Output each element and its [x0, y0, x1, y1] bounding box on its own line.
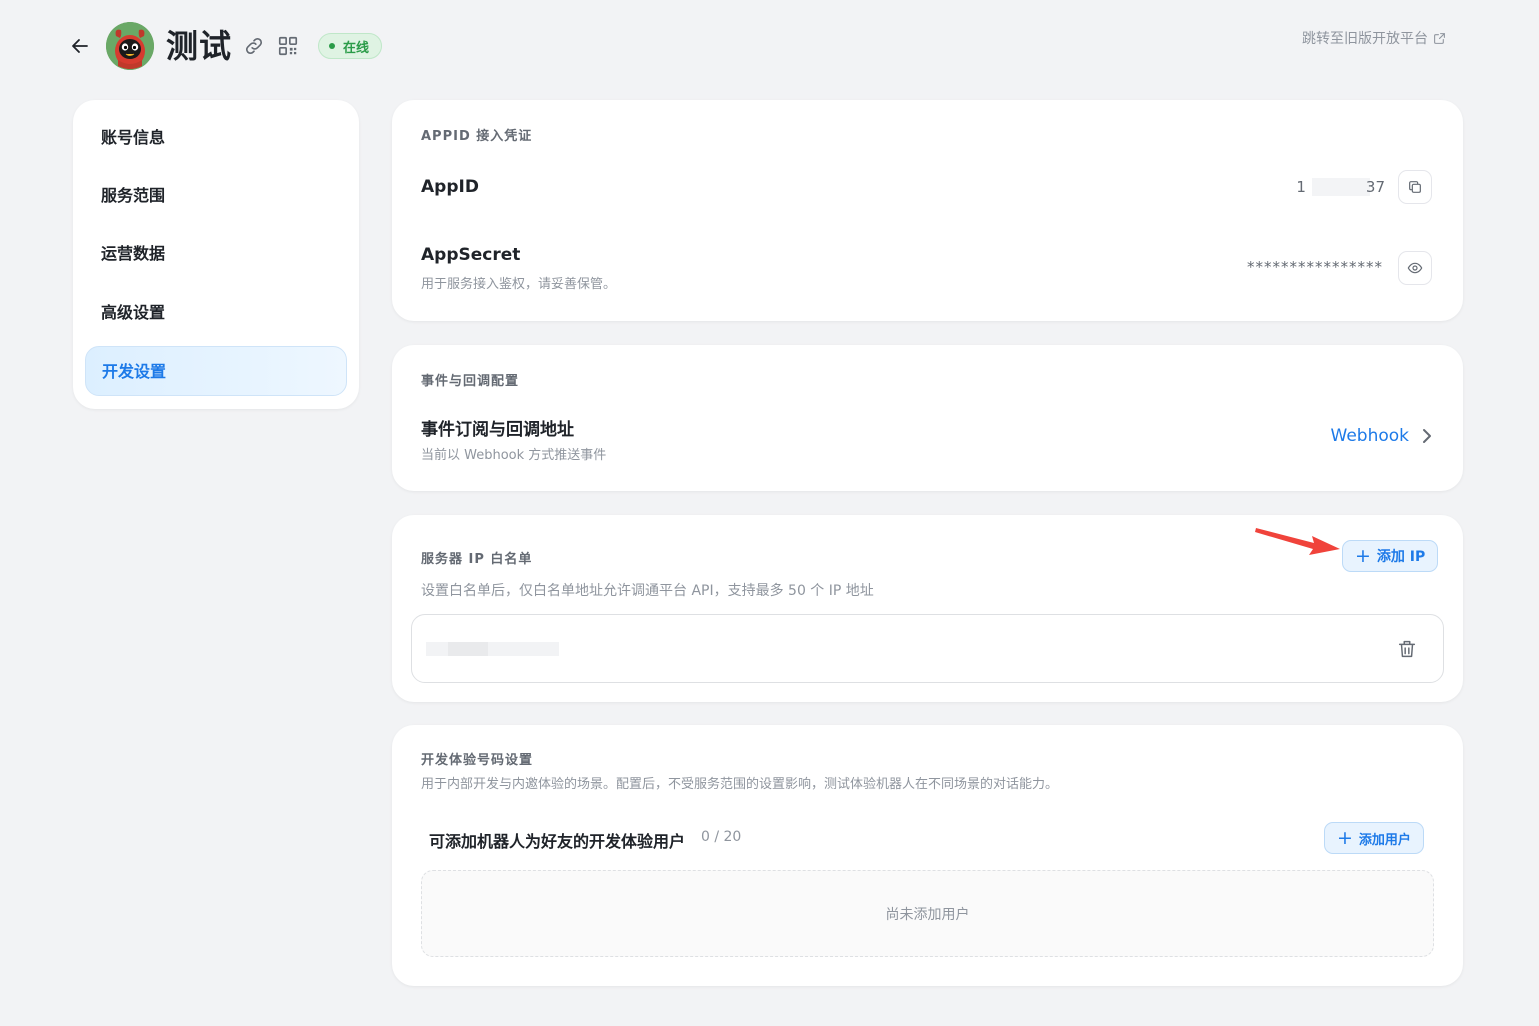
status-dot: [329, 43, 335, 49]
credentials-card: APPID 接入凭证 AppID 1 37 AppSecret 用于服务接入鉴权…: [392, 100, 1463, 321]
events-section-title: 事件与回调配置: [421, 374, 520, 389]
sidebar-item-advanced-settings[interactable]: 高级设置: [85, 288, 347, 338]
delete-ip-button[interactable]: [1396, 638, 1418, 660]
plus-icon: +: [1355, 544, 1371, 567]
plus-icon: +: [1337, 826, 1353, 849]
chevron-right-icon: [1423, 429, 1431, 443]
avatar: [106, 22, 154, 70]
status-badge: 在线: [318, 33, 383, 59]
appid-prefix: 1: [1296, 178, 1306, 196]
copy-link-button[interactable]: [243, 35, 265, 57]
empty-user-text: 尚未添加用户: [885, 906, 970, 923]
copy-appid-button[interactable]: [1398, 170, 1432, 204]
add-user-label: 添加用户: [1358, 832, 1411, 848]
event-subscription-title: 事件订阅与回调地址: [421, 420, 574, 440]
ip-whitelist-title: 服务器 IP 白名单: [421, 552, 533, 567]
appsecret-label: AppSecret: [421, 245, 521, 265]
dev-users-card: 开发体验号码设置 用于内部开发与内邀体验的场景。配置后，不受服务范围的设置影响，…: [392, 725, 1463, 986]
copy-icon: [1409, 181, 1421, 193]
sidebar: 账号信息 服务范围 运营数据 高级设置 开发设置: [73, 100, 359, 409]
annotation-arrow: [1255, 528, 1340, 555]
eye-icon: [1407, 262, 1423, 274]
ip-entry-mask-overlay: [448, 642, 488, 656]
appid-value: 1 37: [1296, 178, 1385, 196]
event-subscription-desc: 当前以 Webhook 方式推送事件: [421, 448, 607, 463]
dev-users-count: 0 / 20: [701, 829, 742, 845]
sidebar-item-service-scope[interactable]: 服务范围: [85, 171, 347, 221]
webhook-config-link[interactable]: Webhook: [1331, 426, 1433, 446]
page-title: 测试: [166, 27, 233, 65]
old-platform-link[interactable]: 跳转至旧版开放平台: [1302, 28, 1446, 48]
old-platform-link-label: 跳转至旧版开放平台: [1302, 31, 1428, 47]
sidebar-item-operations-data[interactable]: 运营数据: [85, 229, 347, 279]
appsecret-description: 用于服务接入鉴权，请妥善保管。: [421, 277, 617, 292]
add-ip-button[interactable]: + 添加 IP: [1342, 540, 1439, 572]
external-link-icon: [1434, 32, 1445, 44]
sidebar-item-account-info[interactable]: 账号信息: [85, 113, 347, 163]
dev-users-description: 用于内部开发与内邀体验的场景。配置后，不受服务范围的设置影响，测试体验机器人在不…: [421, 777, 1059, 792]
appsecret-value: ****************: [1247, 258, 1383, 276]
ip-entry-masked: [426, 642, 559, 656]
appid-suffix: 37: [1365, 178, 1385, 196]
appid-mask: [1311, 178, 1370, 196]
appid-label: AppID: [421, 177, 479, 197]
trash-icon: [1398, 640, 1416, 658]
dev-users-section-title: 开发体验号码设置: [421, 753, 534, 768]
back-arrow-icon: [72, 39, 88, 53]
ip-whitelist-description: 设置白名单后，仅白名单地址允许调通平台 API，支持最多 50 个 IP 地址: [421, 583, 874, 599]
qr-code-icon: [278, 36, 298, 56]
empty-user-list: 尚未添加用户: [421, 870, 1434, 957]
link-icon: [245, 37, 263, 55]
add-user-button[interactable]: + 添加用户: [1324, 822, 1424, 854]
reveal-secret-button[interactable]: [1398, 251, 1432, 285]
qr-code-button[interactable]: [277, 35, 299, 57]
webhook-label: Webhook: [1330, 426, 1409, 446]
credentials-section-title: APPID 接入凭证: [421, 129, 533, 144]
dev-users-list-title: 可添加机器人为好友的开发体验用户: [429, 832, 686, 851]
add-ip-label: 添加 IP: [1376, 549, 1426, 565]
back-button[interactable]: [68, 34, 92, 58]
ip-entry-row: [411, 614, 1444, 683]
sidebar-item-dev-settings[interactable]: 开发设置: [85, 346, 347, 396]
status-label: 在线: [343, 40, 370, 56]
events-card: 事件与回调配置 事件订阅与回调地址 当前以 Webhook 方式推送事件 Web…: [392, 345, 1463, 491]
